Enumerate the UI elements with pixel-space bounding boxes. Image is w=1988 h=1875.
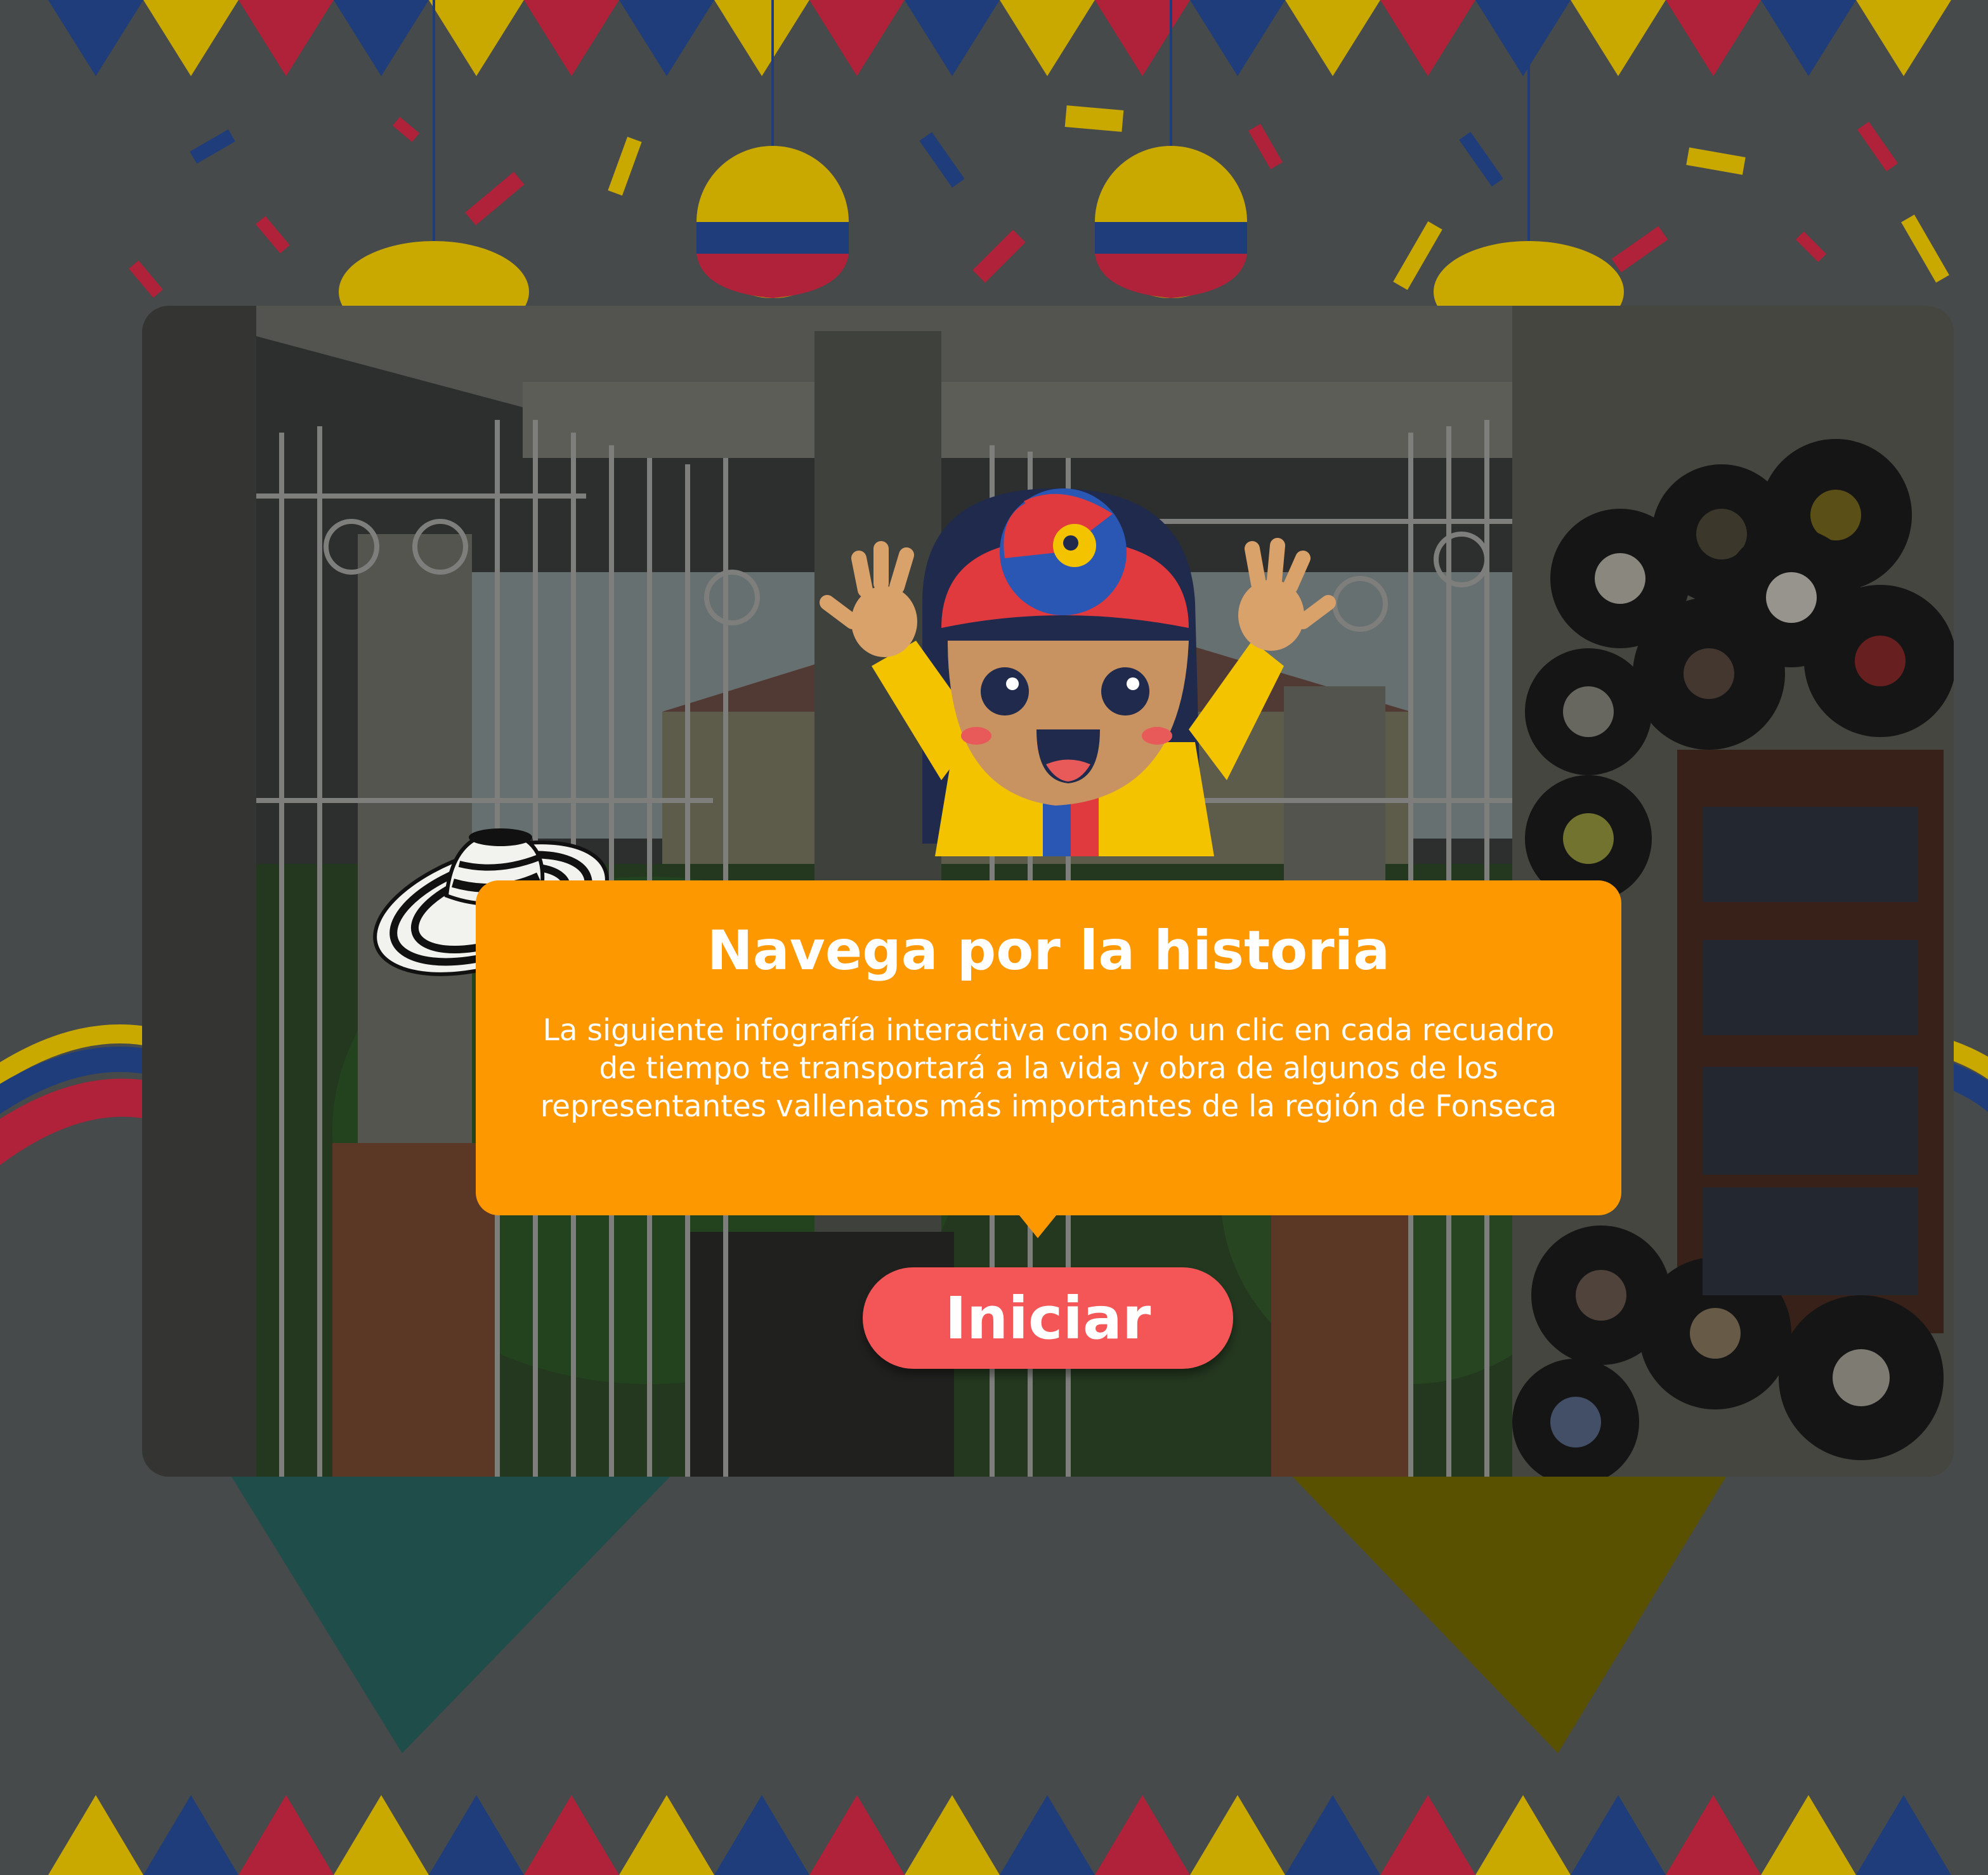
mascot-character-icon <box>820 488 1336 856</box>
intro-description: La siguiente infografía interactiva con … <box>540 1012 1557 1124</box>
intro-modal: Navega por la historia La siguiente info… <box>142 306 1954 1477</box>
intro-title: Navega por la historia <box>707 919 1390 983</box>
festive-lantern-icon <box>1095 146 1247 298</box>
intro-speech-bubble: Navega por la historia La siguiente info… <box>476 880 1621 1215</box>
start-button[interactable]: Iniciar <box>863 1267 1233 1369</box>
bubble-pointer <box>1016 1212 1059 1238</box>
festive-lantern-icon <box>696 146 849 298</box>
